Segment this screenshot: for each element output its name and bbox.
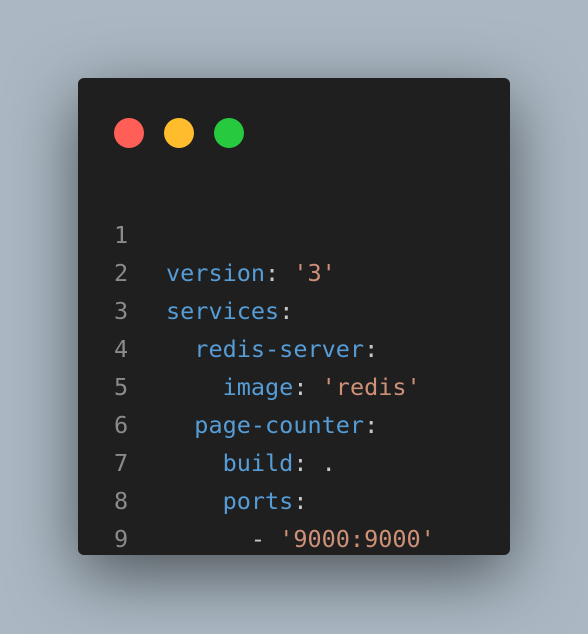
code-line: 6 build: .: [78, 368, 510, 477]
yaml-value: '9000:9000': [279, 525, 435, 553]
code-line: 9: [78, 482, 510, 553]
code-line: 5 page-counter:: [78, 330, 510, 439]
code-line: 3 redis-server:: [78, 254, 510, 363]
code-block: 1 version: '3' 2 services: 3 redis-serve…: [78, 178, 510, 553]
line-number: 9: [114, 525, 129, 553]
code-line: 8 - '9000:9000': [78, 444, 510, 553]
code-line: 7 ports:: [78, 406, 510, 515]
code-line: 1 version: '3': [78, 178, 510, 287]
maximize-dot-icon[interactable]: [214, 118, 244, 148]
code-line: 4 image: 'redis': [78, 292, 510, 401]
code-window: 1 version: '3' 2 services: 3 redis-serve…: [78, 78, 510, 555]
minimize-dot-icon[interactable]: [164, 118, 194, 148]
list-dash: -: [250, 525, 280, 553]
close-dot-icon[interactable]: [114, 118, 144, 148]
line-content: - '9000:9000': [166, 520, 435, 558]
code-line: 2 services:: [78, 216, 510, 325]
